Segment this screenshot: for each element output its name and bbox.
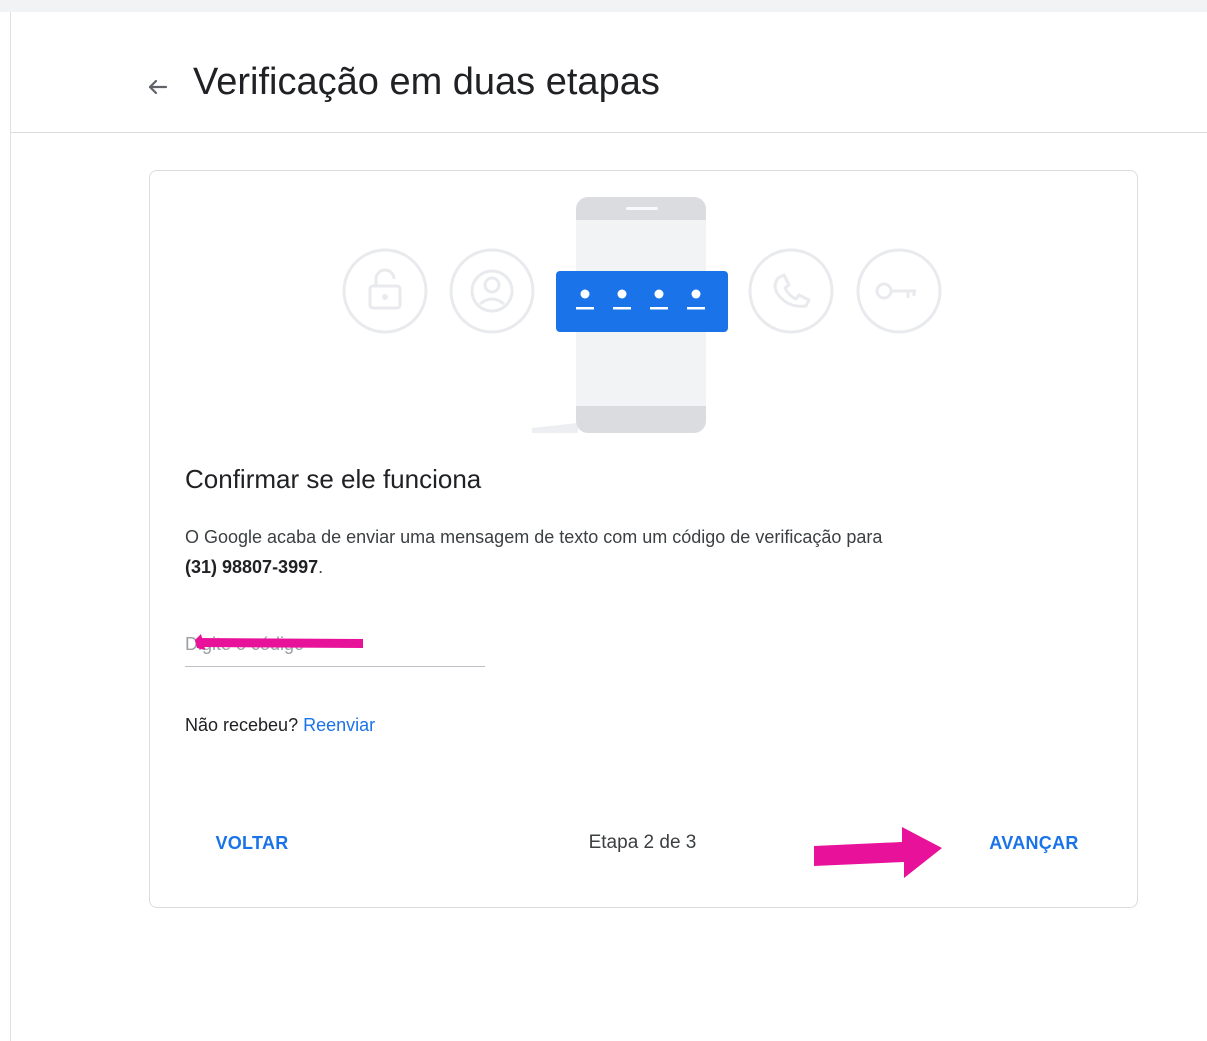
message-text: O Google acaba de enviar uma mensagem de… [185,527,883,547]
phone-icon [748,248,834,334]
message-period: . [318,557,324,577]
key-icon [856,248,942,334]
sms-message: O Google acaba de enviar uma mensagem de… [185,522,1085,582]
page: Verificação em duas etapas Confirmar se … [0,0,1207,1041]
step-indicator: Etapa 2 de 3 [588,832,697,853]
arrow-left-icon[interactable] [137,66,179,108]
back-button[interactable]: VOLTAR [196,822,308,864]
account-circle-icon [449,248,535,334]
phone-code-illustration [342,197,942,433]
phone-number: (31) 98807-3997 [185,557,319,577]
code-input[interactable] [185,624,485,664]
top-shade [0,0,1207,12]
resend-link[interactable]: Reenviar [303,715,375,735]
next-button[interactable]: AVANÇAR [968,822,1100,864]
left-divider [10,12,11,1041]
lock-icon [342,248,428,334]
page-title: Verificação em duas etapas [193,61,660,103]
resend-prompt: Não recebeu? [185,715,299,735]
resend-row: Não recebeu? Reenviar [185,712,375,738]
card-heading: Confirmar se ele funciona [185,464,482,494]
code-field[interactable] [185,624,485,667]
